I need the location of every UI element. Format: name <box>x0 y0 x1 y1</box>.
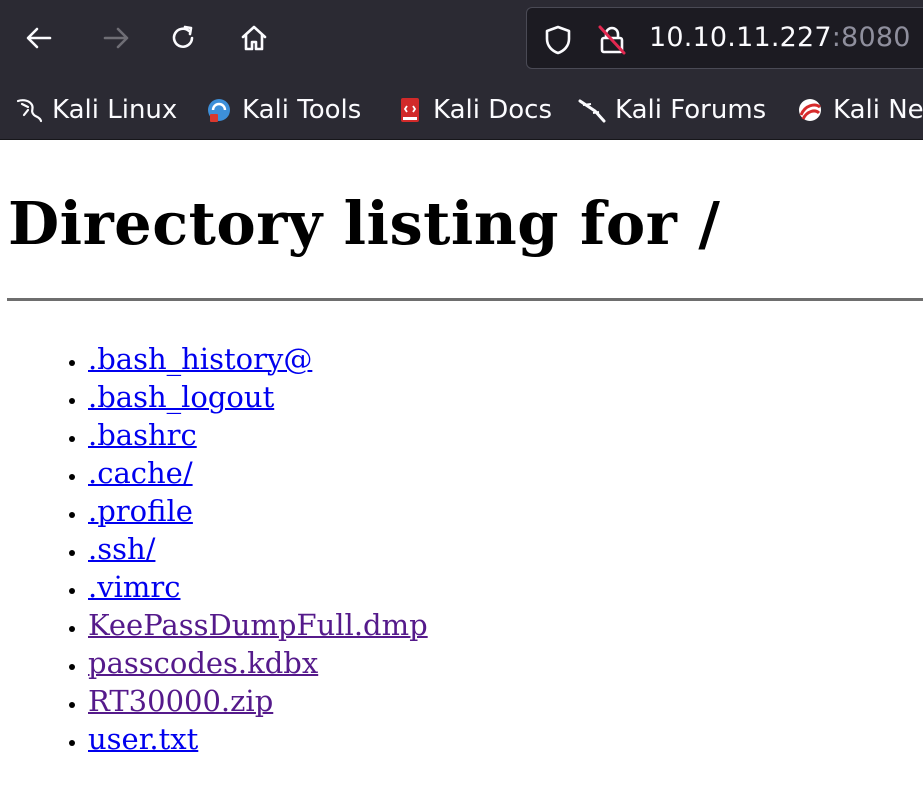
file-link[interactable]: .profile <box>88 494 193 528</box>
list-item: user.txt <box>88 720 428 758</box>
bookmarks-bar: Kali Linux Kali Tools Kali Docs Kali For… <box>0 80 923 140</box>
bookmark-kali-nethunter[interactable]: Kali Ne <box>795 92 923 128</box>
reload-icon <box>172 25 194 48</box>
file-list: .bash_history@ .bash_logout .bashrc .cac… <box>0 340 428 758</box>
arrow-right-icon <box>103 27 129 49</box>
url-port: :8080 <box>831 22 911 53</box>
list-item: .vimrc <box>88 568 428 606</box>
url-text[interactable]: 10.10.11.227:8080 <box>649 22 911 53</box>
kali-nethunter-icon <box>795 95 825 125</box>
page-title: Directory listing for / <box>8 189 721 258</box>
list-item: .bashrc <box>88 416 428 454</box>
file-link[interactable]: .vimrc <box>88 570 180 604</box>
kali-dragon-icon <box>14 95 44 125</box>
kali-forums-icon <box>577 95 607 125</box>
back-button[interactable] <box>19 18 59 58</box>
file-link[interactable]: .bash_history@ <box>88 342 312 376</box>
file-link[interactable]: KeePassDumpFull.dmp <box>88 608 428 642</box>
kali-docs-icon <box>395 95 425 125</box>
reload-button[interactable] <box>163 18 203 58</box>
list-item: KeePassDumpFull.dmp <box>88 606 428 644</box>
list-item: .ssh/ <box>88 530 428 568</box>
kali-tools-icon <box>204 95 234 125</box>
bookmark-label: Kali Tools <box>242 95 362 125</box>
list-item: RT30000.zip <box>88 682 428 720</box>
list-item: .bash_logout <box>88 378 428 416</box>
bookmark-kali-linux[interactable]: Kali Linux <box>14 92 177 128</box>
shield-icon[interactable] <box>543 24 573 56</box>
list-item: .cache/ <box>88 454 428 492</box>
arrow-left-icon <box>26 27 52 49</box>
file-link[interactable]: user.txt <box>88 722 198 756</box>
file-link[interactable]: .ssh/ <box>88 532 155 566</box>
bookmark-kali-docs[interactable]: Kali Docs <box>395 92 552 128</box>
url-bar[interactable]: 10.10.11.227:8080 <box>526 7 923 69</box>
list-item: .profile <box>88 492 428 530</box>
file-link[interactable]: RT30000.zip <box>88 684 273 718</box>
home-icon <box>241 25 267 51</box>
bookmark-label: Kali Docs <box>433 95 553 125</box>
bookmark-kali-tools[interactable]: Kali Tools <box>204 92 361 128</box>
home-button[interactable] <box>234 18 274 58</box>
file-link[interactable]: .bashrc <box>88 418 197 452</box>
bookmark-label: Kali Forums <box>615 95 767 125</box>
list-item: passcodes.kdbx <box>88 644 428 682</box>
url-host: 10.10.11.227 <box>649 22 832 53</box>
bookmark-label: Kali Ne <box>833 95 923 125</box>
divider <box>7 298 923 301</box>
insecure-lock-icon[interactable] <box>597 24 627 56</box>
file-link[interactable]: passcodes.kdbx <box>88 646 318 680</box>
browser-toolbar: 10.10.11.227:8080 <box>0 0 923 80</box>
bookmark-kali-forums[interactable]: Kali Forums <box>577 92 766 128</box>
forward-button[interactable] <box>96 18 136 58</box>
list-item: .bash_history@ <box>88 340 428 378</box>
file-link[interactable]: .cache/ <box>88 456 193 490</box>
bookmark-label: Kali Linux <box>52 95 178 125</box>
file-link[interactable]: .bash_logout <box>88 380 274 414</box>
